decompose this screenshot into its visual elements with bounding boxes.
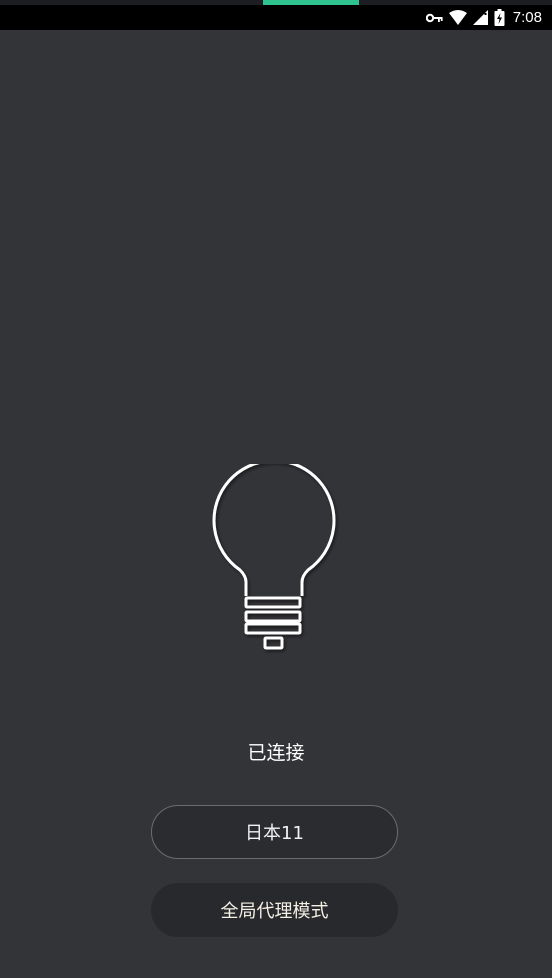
signal-icon [472,10,488,25]
wifi-icon [448,10,467,25]
status-icons: 7:08 [425,5,542,30]
status-time: 7:08 [512,9,542,26]
connection-status: 已连接 [247,742,305,764]
proxy-mode-label: 全局代理模式 [220,901,329,922]
vpn-key-icon [425,13,443,23]
server-select-button[interactable]: 日本11 [151,805,398,859]
server-select-label: 日本11 [245,823,304,844]
status-bar: 7:08 [0,5,552,30]
lightbulb-icon[interactable] [206,459,342,656]
battery-charging-icon [494,9,505,26]
proxy-mode-button[interactable]: 全局代理模式 [151,883,398,937]
